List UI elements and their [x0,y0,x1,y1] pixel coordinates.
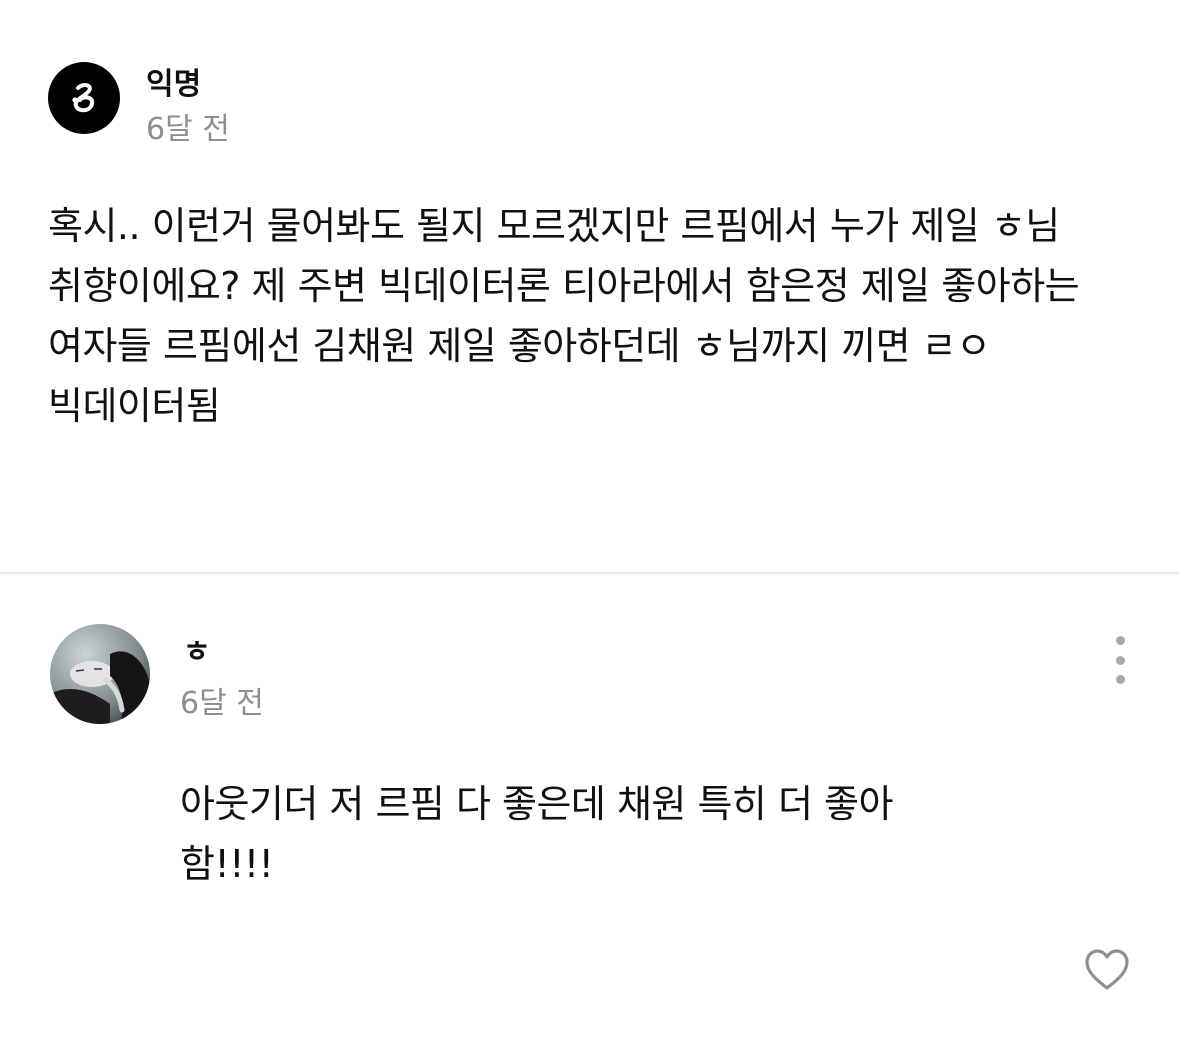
like-button[interactable] [1084,948,1130,992]
comment-body-text: 아웃기더 저 르핌 다 좋은데 채원 특히 더 좋아함!!!! [180,782,893,886]
post-timestamp: 6달 전 [146,112,230,147]
post-body-text: 혹시.. 이런거 물어봐도 될지 모르겠지만 르핌에서 누가 제일 ㅎ님 취향이… [48,204,1080,428]
anonymous-avatar-icon[interactable] [48,62,120,134]
comment: ㅎ 6달 전 아웃기더 저 르핌 다 좋은데 채원 특히 더 좋아함!!!! [0,574,1179,1053]
more-vertical-icon [1115,636,1125,645]
commenter-avatar[interactable] [50,624,150,724]
profile-photo-icon [50,624,150,724]
post-author-name[interactable]: 익명 [146,66,201,104]
comment-author-name[interactable]: ㅎ [183,634,211,672]
anonymous-logo-icon [72,83,95,113]
post: 익명 6달 전 혹시.. 이런거 물어봐도 될지 모르겠지만 르핌에서 누가 제… [0,0,1179,572]
comment-timestamp: 6달 전 [180,686,264,721]
more-options-button[interactable] [1102,636,1138,684]
heart-outline-icon [1085,949,1129,990]
